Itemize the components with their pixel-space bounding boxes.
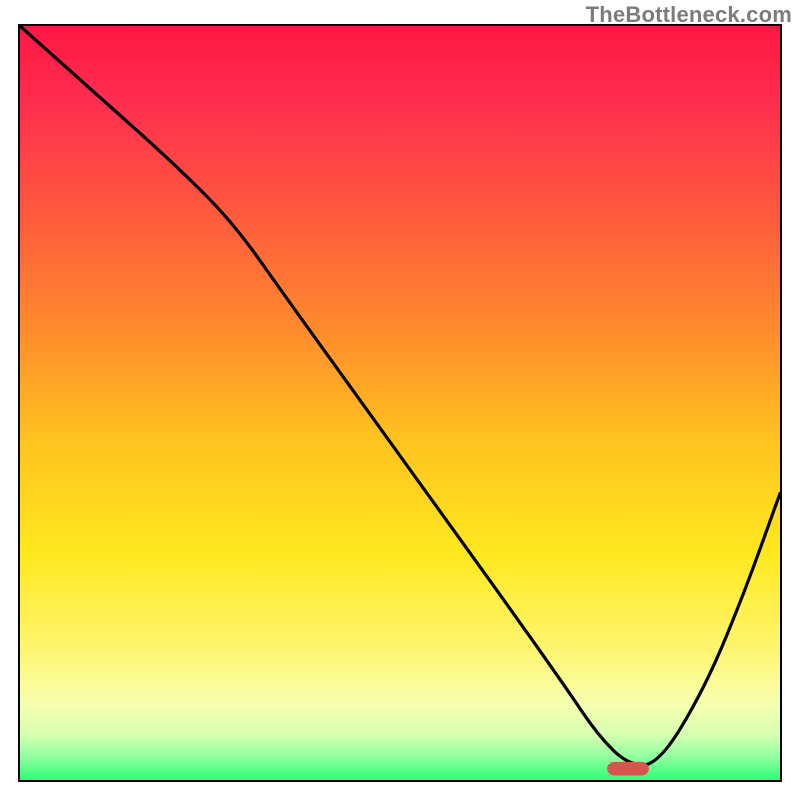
chart-svg xyxy=(20,26,780,780)
optimal-marker xyxy=(607,762,649,776)
watermark-text: TheBottleneck.com xyxy=(586,2,792,28)
chart-frame: TheBottleneck.com xyxy=(0,0,800,800)
plot-area xyxy=(18,24,782,782)
gradient-background xyxy=(20,26,780,780)
